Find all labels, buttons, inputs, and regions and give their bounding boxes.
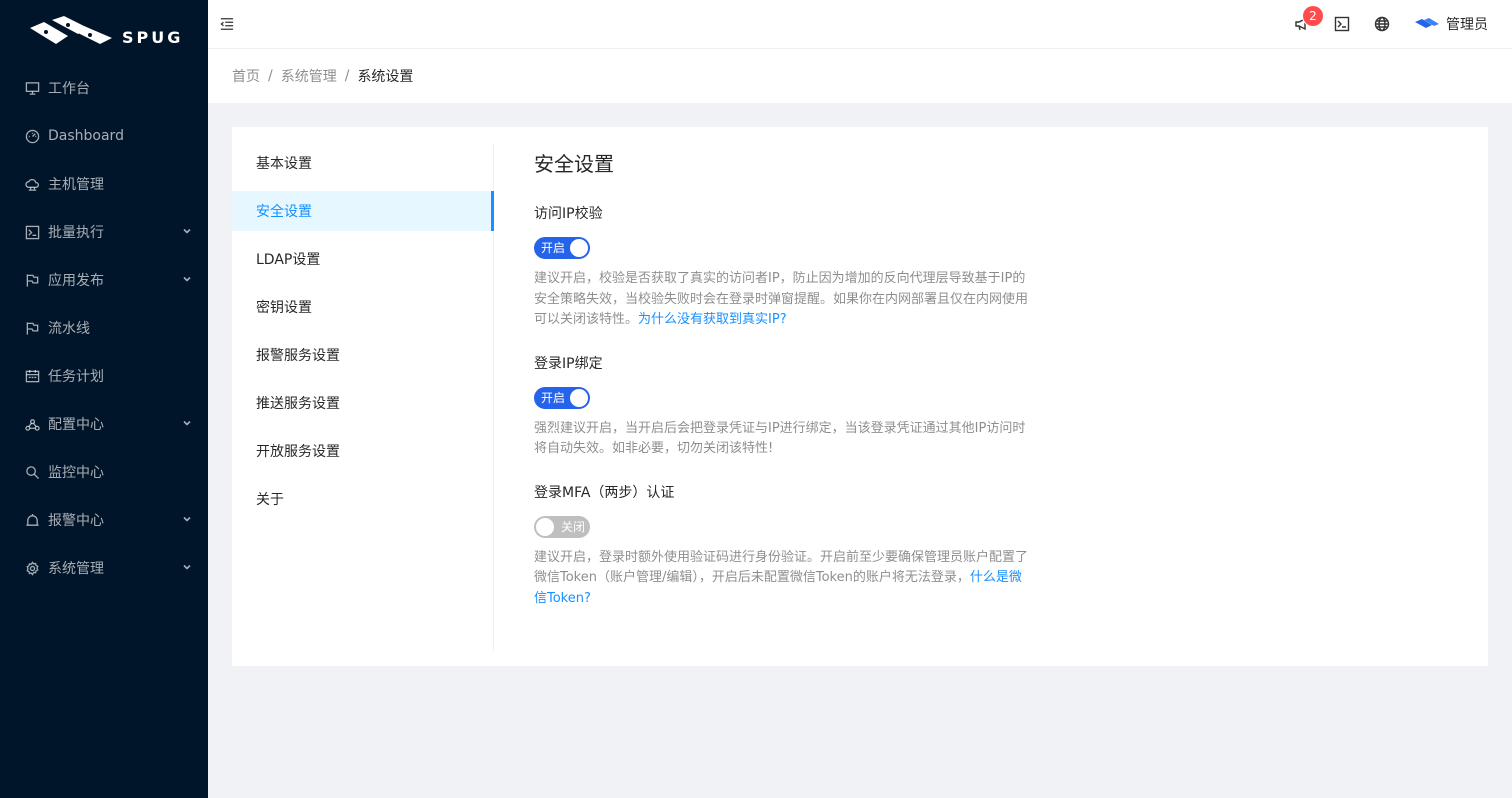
notification-button[interactable]: 2	[1282, 0, 1323, 48]
sidebar-item-label: 批量执行	[48, 225, 104, 241]
schedule-icon	[24, 368, 40, 384]
mfa-switch[interactable]: 关闭	[534, 515, 590, 538]
spug-logo-icon	[30, 16, 112, 44]
mfa-description: 建议开启，登录时额外使用验证码进行身份验证。开启前至少要确保管理员账户配置了微信…	[534, 548, 1034, 610]
sidebar-item-label: 主机管理	[48, 177, 104, 193]
sidebar-item-label: 任务计划	[48, 369, 104, 385]
notification-badge: 2	[1303, 6, 1323, 26]
breadcrumb-home[interactable]: 首页	[232, 66, 260, 86]
switch-knob	[536, 517, 554, 536]
ip-check-switch[interactable]: 开启	[534, 237, 590, 259]
cloud-server-icon	[24, 176, 40, 192]
chevron-down-icon	[182, 512, 192, 528]
settings-nav-item[interactable]: 基本设置	[232, 143, 493, 183]
sidebar: SPUG 工作台 Dashboard 主机管理批量执行应用发布流水线任务计划配置中心…	[0, 0, 208, 798]
settings-nav-item[interactable]: 密钥设置	[232, 287, 493, 327]
breadcrumb-current: 系统设置	[357, 69, 414, 85]
ip-bind-label: 登录IP绑定	[534, 355, 603, 372]
settings-nav-item[interactable]: 推送服务设置	[232, 383, 493, 423]
sidebar-item-9[interactable]: 报警中心	[0, 496, 208, 544]
ip-bind-section: 登录IP绑定 开启 强烈建议开启，当开启后会把登录凭证与IP进行绑定，当该登录凭…	[534, 353, 1054, 460]
chevron-down-icon	[182, 272, 192, 288]
breadcrumb: 首页 / 系统管理 / 系统设置	[208, 49, 1512, 103]
code-icon	[24, 224, 40, 240]
web-terminal-button[interactable]	[1322, 0, 1362, 48]
settings-card: 基本设置 安全设置 LDAP设置 密钥设置 报警服务设置 推送服务设置 开放服务设置 关于 安…	[232, 127, 1488, 666]
sidebar-item-label: Dashboard	[48, 128, 124, 144]
mfa-section: 登录MFA（两步）认证 关闭 建议开启，登录时额外使用验证码进行身份验证。开启前…	[534, 482, 1054, 610]
sidebar-item-5[interactable]: 流水线	[0, 304, 208, 352]
username: 管理员	[1446, 17, 1488, 33]
sidebar-item-0[interactable]: 工作台	[0, 64, 208, 112]
sidebar-item-6[interactable]: 任务计划	[0, 352, 208, 400]
ip-bind-description: 强烈建议开启，当开启后会把登录凭证与IP进行绑定，当该登录凭证通过其他IP访问时…	[534, 420, 1026, 457]
mfa-desc-text: 建议开启，登录时额外使用验证码进行身份验证。开启前至少要确保管理员账户配置了微信…	[534, 549, 1029, 586]
mfa-label: 登录MFA（两步）认证	[534, 484, 675, 501]
sidebar-item-label: 工作台	[48, 81, 90, 97]
ip-check-section: 访问IP校验 开启 建议开启，校验是否获取了真实的访问者IP，防止因为增加的反向…	[534, 203, 1054, 331]
sidebar-item-label: 报警中心	[48, 513, 104, 529]
sidebar-menu: 工作台 Dashboard 主机管理批量执行应用发布流水线任务计划配置中心监控中心报…	[0, 64, 208, 592]
sidebar-item-4[interactable]: 应用发布	[0, 256, 208, 304]
sidebar-item-8[interactable]: 监控中心	[0, 448, 208, 496]
chevron-down-icon	[182, 416, 192, 432]
sidebar-item-label: 流水线	[48, 321, 90, 337]
user-menu[interactable]: 管理员	[1414, 14, 1488, 34]
desktop-icon	[24, 80, 40, 96]
switch-knob	[570, 239, 588, 257]
sidebar-item-10[interactable]: 系统管理	[0, 544, 208, 592]
dashboard-icon	[24, 128, 40, 144]
settings-nav-item[interactable]: 报警服务设置	[232, 335, 493, 375]
security-settings-panel: 安全设置 访问IP校验 开启 建议开启，校验是否获取了真实的访问者IP，防止因为…	[534, 149, 1054, 631]
app-logo[interactable]: SPUG	[0, 0, 208, 64]
deployment-unit-icon	[24, 416, 40, 432]
header-actions: 2 管理员	[1282, 0, 1488, 48]
real-ip-help-link[interactable]: 为什么没有获取到真实IP?	[638, 312, 787, 327]
sidebar-item-1[interactable]: Dashboard	[0, 112, 208, 160]
panel-title: 安全设置	[534, 152, 614, 176]
switch-knob	[570, 388, 588, 407]
switch-text: 开启	[541, 241, 566, 255]
settings-nav-item[interactable]: 安全设置	[232, 191, 494, 231]
alert-icon	[24, 512, 40, 528]
menu-fold-icon[interactable]	[220, 17, 236, 33]
chevron-down-icon	[182, 224, 192, 240]
app-logo-text: SPUG	[122, 27, 184, 47]
ip-check-label: 访问IP校验	[534, 206, 603, 222]
settings-nav-item[interactable]: 关于	[232, 479, 493, 519]
flag-icon	[24, 272, 40, 288]
settings-nav-item[interactable]: 开放服务设置	[232, 431, 493, 471]
user-avatar-icon	[1415, 18, 1439, 28]
switch-text: 开启	[541, 390, 566, 405]
switch-text: 关闭	[560, 519, 585, 534]
breadcrumb-system[interactable]: 系统管理	[281, 66, 337, 86]
sidebar-item-2[interactable]: 主机管理	[0, 160, 208, 208]
sidebar-item-label: 应用发布	[48, 273, 104, 289]
flag-icon	[24, 320, 40, 336]
settings-nav: 基本设置安全设置 LDAP设置 密钥设置报警服务设置 推送服务设置 开放服务设置 关于	[232, 143, 494, 651]
ip-check-description: 建议开启，校验是否获取了真实的访问者IP，防止因为增加的反向代理层导致基于IP的…	[534, 269, 1034, 331]
setting-icon	[24, 560, 40, 576]
terminal-icon	[1334, 16, 1350, 32]
breadcrumb-separator: /	[344, 68, 350, 84]
chevron-down-icon	[182, 560, 192, 576]
settings-nav-item[interactable]: LDAP设置	[232, 239, 493, 279]
globe-icon	[1374, 16, 1390, 32]
ip-bind-switch[interactable]: 开启	[534, 386, 590, 409]
language-button[interactable]	[1362, 0, 1402, 48]
breadcrumb-separator: /	[268, 68, 273, 84]
sidebar-item-label: 系统管理	[48, 561, 104, 577]
sidebar-item-7[interactable]: 配置中心	[0, 400, 208, 448]
sidebar-item-3[interactable]: 批量执行	[0, 208, 208, 256]
sidebar-item-label: 监控中心	[48, 465, 104, 481]
top-header: 2 管理员	[208, 0, 1512, 49]
sidebar-item-label: 配置中心	[48, 417, 104, 433]
monitor-icon	[24, 464, 40, 480]
